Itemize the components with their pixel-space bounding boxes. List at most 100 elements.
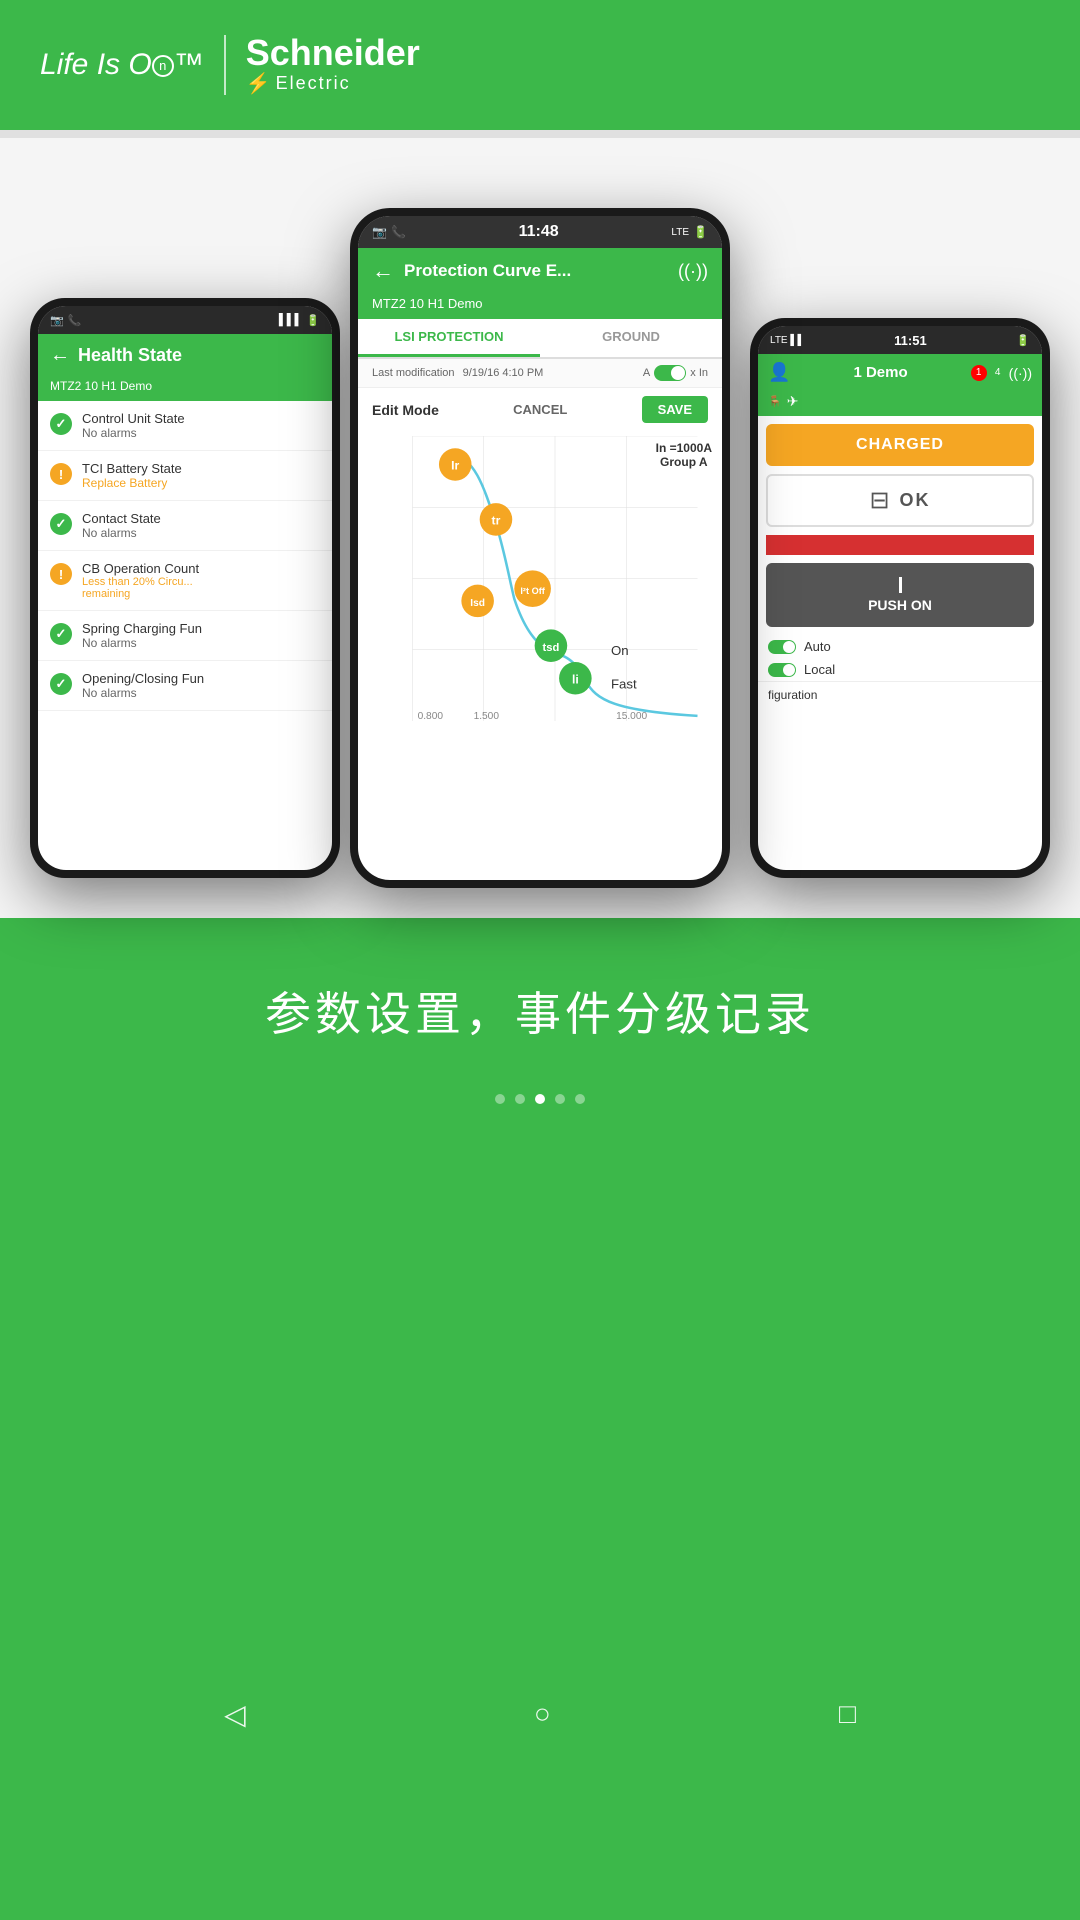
toggle-switch[interactable] [654,365,686,381]
toggle-row[interactable]: A x In [643,365,708,381]
app-header: Life Is On™ Schneider ⚡ Electric [0,0,1080,130]
prot-tabs: LSI PROTECTION GROUND [358,319,722,359]
svg-text:1.500: 1.500 [474,711,500,721]
dot-1[interactable] [495,1094,505,1104]
back-arrow-center[interactable]: ← [372,258,394,284]
health-subtitle: MTZ2 10 H1 Demo [38,377,332,401]
dot-3-active[interactable] [535,1094,545,1104]
prot-header: ← Protection Curve E... ((·)) [358,248,722,294]
phone-icon: 📞 [68,314,82,327]
notification-badge-1: 1 [971,365,987,381]
svg-text:Ir: Ir [451,459,459,473]
system-back-button[interactable]: ◁ [224,1698,246,1731]
warn-icon-cb: ! [50,563,72,585]
control-unit-label: Control Unit State [82,411,320,426]
auto-toggle-row: Auto [758,635,1042,658]
health-item-control: ✓ Control Unit State No alarms [38,401,332,451]
svg-text:tr: tr [492,514,501,528]
schneider-electric: ⚡ Electric [246,71,351,96]
schneider-logo: Schneider ⚡ Electric [246,35,420,96]
control-unit-status: No alarms [82,426,320,440]
notification-badge-4: 4 [990,365,1006,381]
tci-battery-label: TCI Battery State [82,461,320,476]
health-item-opening: ✓ Opening/Closing Fun No alarms [38,661,332,711]
bluetooth-icon-r: ((·)) [1009,365,1032,381]
spring-charging-label: Spring Charging Fun [82,621,320,636]
local-toggle[interactable] [768,663,796,677]
opening-closing-status: No alarms [82,686,320,700]
check-icon-contact: ✓ [50,513,72,535]
header-separator [0,130,1080,138]
local-label: Local [804,662,835,677]
check-icon-opening: ✓ [50,673,72,695]
chart-area: t(s) 11.5 0.1 In =1000A Group A [358,431,722,741]
wifi-icon: 📷 [50,314,64,327]
left-status-bar: 📷 📞 ▌▌▌ 🔋 [38,306,332,334]
back-arrow-left[interactable]: ← [50,344,70,367]
health-item-contact: ✓ Contact State No alarms [38,501,332,551]
center-status-bar: 📷 📞 11:48 LTE 🔋 [358,216,722,248]
chinese-caption: 参数设置，事件分级记录 [265,978,815,1044]
logo-divider [224,35,226,95]
cancel-button[interactable]: CANCEL [513,402,567,417]
phone-center-screen: 📷 📞 11:48 LTE 🔋 ← Protection Curve E... … [358,216,722,880]
save-button[interactable]: SAVE [642,396,708,423]
center-time: 11:48 [519,223,559,241]
battery-icon-c: 🔋 [693,225,708,239]
health-header: ← Health State [38,334,332,377]
svg-text:On: On [611,643,629,658]
dot-5[interactable] [575,1094,585,1104]
svg-text:Isd: Isd [470,598,485,609]
right-demo-icons: 🪑 ✈ [758,391,1042,416]
opening-closing-label: Opening/Closing Fun [82,671,320,686]
prot-title: Protection Curve E... [404,261,668,281]
cb-operation-status: Less than 20% Circu...remaining [82,576,320,600]
camera-icon: 📷 [372,225,387,239]
contact-state-status: No alarms [82,526,320,540]
contact-state-label: Contact State [82,511,320,526]
svg-text:li: li [572,672,579,686]
push-on-line [899,577,902,593]
tab-ground[interactable]: GROUND [540,319,722,357]
svg-text:0.800: 0.800 [418,711,444,721]
edit-mode-label: Edit Mode [372,402,439,418]
phone-icon-c: 📞 [391,225,406,239]
battery-icon-r: 🔋 [1016,334,1030,347]
system-recent-button[interactable]: □ [839,1698,856,1730]
charged-button[interactable]: CHARGED [766,424,1034,466]
nav-dots [495,1074,585,1124]
chair-icon: 🪑 [768,395,782,408]
edit-bar: Edit Mode CANCEL SAVE [358,388,722,431]
phones-area: 📷 📞 ▌▌▌ 🔋 ← Health State MTZ2 10 H1 Demo… [0,138,1080,918]
health-item-spring: ✓ Spring Charging Fun No alarms [38,611,332,661]
phone-right: LTE ▌▌ 11:51 🔋 👤 1 Demo 1 4 ((·)) 🪑 ✈ [750,318,1050,878]
toggle-a-label: A [643,367,650,379]
toggle-xin-label: x In [690,367,708,379]
right-header: 👤 1 Demo 1 4 ((·)) [758,354,1042,391]
health-item-tci: ! TCI Battery State Replace Battery [38,451,332,501]
ok-panel: ⊟ OK [766,474,1034,527]
toggle-thumb [671,366,685,380]
green-bottom-area: 参数设置，事件分级记录 [0,918,1080,1664]
phone-left: 📷 📞 ▌▌▌ 🔋 ← Health State MTZ2 10 H1 Demo… [30,298,340,878]
auto-toggle[interactable] [768,640,796,654]
tab-lsi-protection[interactable]: LSI PROTECTION [358,319,540,357]
dot-4[interactable] [555,1094,565,1104]
red-strip [766,535,1034,555]
system-home-button[interactable]: ○ [534,1698,551,1730]
lte-icon: LTE [671,227,689,238]
health-state-title: Health State [78,345,182,366]
life-is-on-text: Life Is On™ [40,48,204,82]
phone-center: 📷 📞 11:48 LTE 🔋 ← Protection Curve E... … [350,208,730,888]
svg-text:tsd: tsd [543,642,560,654]
push-on-button[interactable]: PUSH ON [766,563,1034,627]
auto-label: Auto [804,639,831,654]
push-on-label: PUSH ON [780,597,1020,613]
chart-svg: Ir tr Isd I²t Off tsd li [398,436,712,721]
modification-row: Last modification 9/19/16 4:10 PM A x In [358,359,722,388]
dot-2[interactable] [515,1094,525,1104]
modification-label: Last modification 9/19/16 4:10 PM [372,367,543,379]
phone-left-screen: 📷 📞 ▌▌▌ 🔋 ← Health State MTZ2 10 H1 Demo… [38,306,332,870]
breaker-icon: ⊟ [869,486,889,515]
tci-battery-status: Replace Battery [82,476,320,490]
